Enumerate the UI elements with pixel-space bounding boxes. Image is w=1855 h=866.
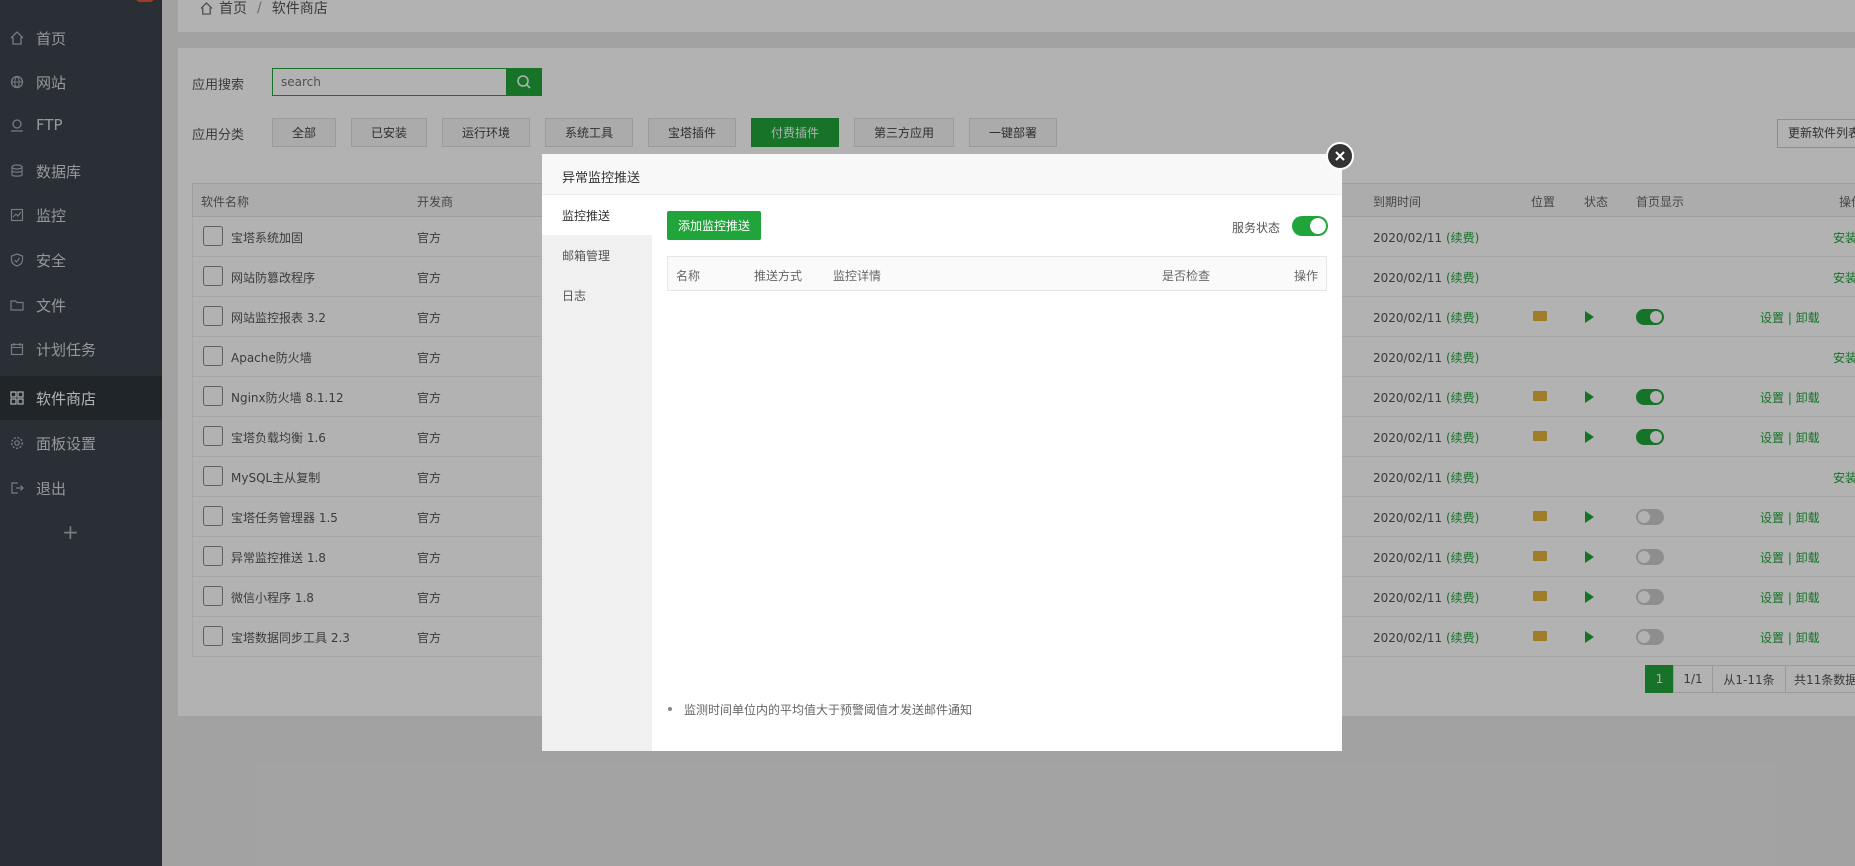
col-push-method: 推送方式 bbox=[754, 269, 803, 283]
monitor-note: 监测时间单位内的平均值大于预警阈值才发送邮件通知 bbox=[684, 703, 973, 717]
col-mon-name: 名称 bbox=[676, 269, 701, 283]
service-status-label: 服务状态 bbox=[1232, 221, 1281, 235]
modal-tabs: 监控推送 邮箱管理 日志 bbox=[542, 195, 652, 751]
service-status-toggle[interactable] bbox=[1292, 216, 1328, 236]
col-check: 是否检查 bbox=[1162, 269, 1211, 283]
tab-log[interactable]: 日志 bbox=[542, 275, 652, 315]
close-modal-button[interactable] bbox=[1326, 142, 1354, 170]
monitor-table-header: 名称 推送方式 监控详情 是否检查 操作 bbox=[667, 256, 1327, 291]
modal-dialog: 异常监控推送 监控推送 邮箱管理 日志 添加监控推送 服务状态 名称 推送方式 … bbox=[542, 154, 1342, 751]
modal-title: 异常监控推送 bbox=[562, 171, 641, 186]
toggle-knob bbox=[1310, 218, 1326, 234]
add-monitor-push-button[interactable]: 添加监控推送 bbox=[667, 211, 761, 240]
col-mon-ops: 操作 bbox=[1294, 269, 1319, 283]
tab-monitor-push[interactable]: 监控推送 bbox=[542, 195, 652, 235]
note-bullet bbox=[668, 707, 672, 711]
tab-mailbox[interactable]: 邮箱管理 bbox=[542, 235, 652, 275]
col-monitor-detail: 监控详情 bbox=[833, 269, 882, 283]
modal-header: 异常监控推送 bbox=[542, 154, 1342, 195]
close-icon bbox=[1335, 151, 1345, 161]
